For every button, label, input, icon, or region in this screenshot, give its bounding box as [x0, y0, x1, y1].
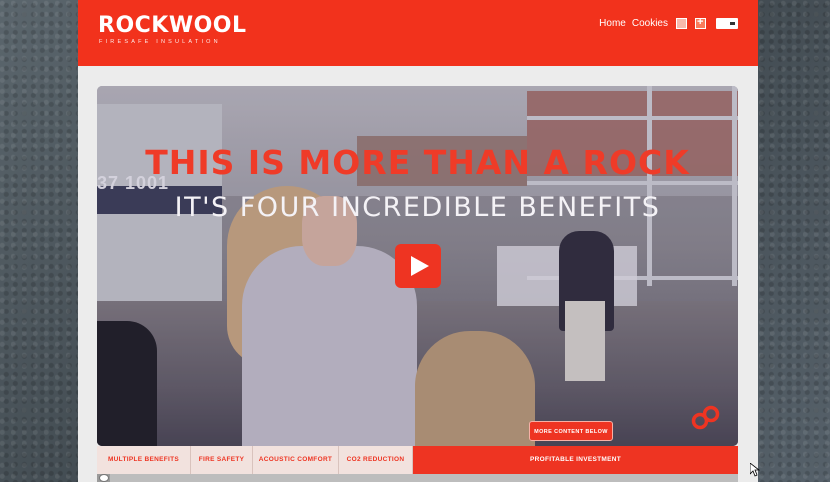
link-chain-icon[interactable]	[690, 404, 722, 432]
play-button[interactable]	[395, 244, 441, 288]
mouse-cursor-icon	[750, 463, 760, 477]
tab-co2-reduction[interactable]: CO2 REDUCTION	[339, 446, 413, 474]
benefit-tabs: MULTIPLE BENEFITS FIRE SAFETY ACOUSTIC C…	[97, 446, 738, 474]
bookmark-icon[interactable]	[676, 18, 687, 29]
tab-fire-safety[interactable]: FIRE SAFETY	[191, 446, 253, 474]
more-content-button[interactable]: MORE CONTENT BELOW	[529, 421, 613, 441]
hero-subline: IT'S FOUR INCREDIBLE BENEFITS	[174, 192, 661, 223]
tab-multiple-benefits[interactable]: MULTIPLE BENEFITS	[97, 446, 191, 474]
language-select[interactable]	[716, 18, 738, 29]
hero-headline: THIS IS MORE THAN A ROCK	[145, 143, 690, 182]
rockwool-logo[interactable]: ROCKWOOL	[98, 15, 247, 37]
plus-icon[interactable]	[695, 16, 706, 29]
logo-tagline: FIRESAFE INSULATION	[99, 39, 221, 45]
tab-acoustic-comfort[interactable]: ACOUSTIC COMFORT	[253, 446, 339, 474]
nav-home-link[interactable]: Home	[599, 18, 626, 29]
video-progress-bar[interactable]	[97, 474, 738, 482]
top-navigation: Home Cookies	[599, 16, 738, 29]
play-icon	[411, 256, 429, 276]
tab-profitable-investment[interactable]: PROFITABLE INVESTMENT	[413, 446, 738, 474]
hero-video[interactable]: 37 1001 THIS IS MORE THAN A ROCK IT'S FO…	[97, 86, 738, 446]
header-bar: ROCKWOOL FIRESAFE INSULATION Home Cookie…	[78, 0, 758, 66]
progress-knob[interactable]	[99, 474, 109, 482]
nav-cookies-link[interactable]: Cookies	[632, 18, 668, 29]
page-container: ROCKWOOL FIRESAFE INSULATION Home Cookie…	[78, 0, 760, 482]
